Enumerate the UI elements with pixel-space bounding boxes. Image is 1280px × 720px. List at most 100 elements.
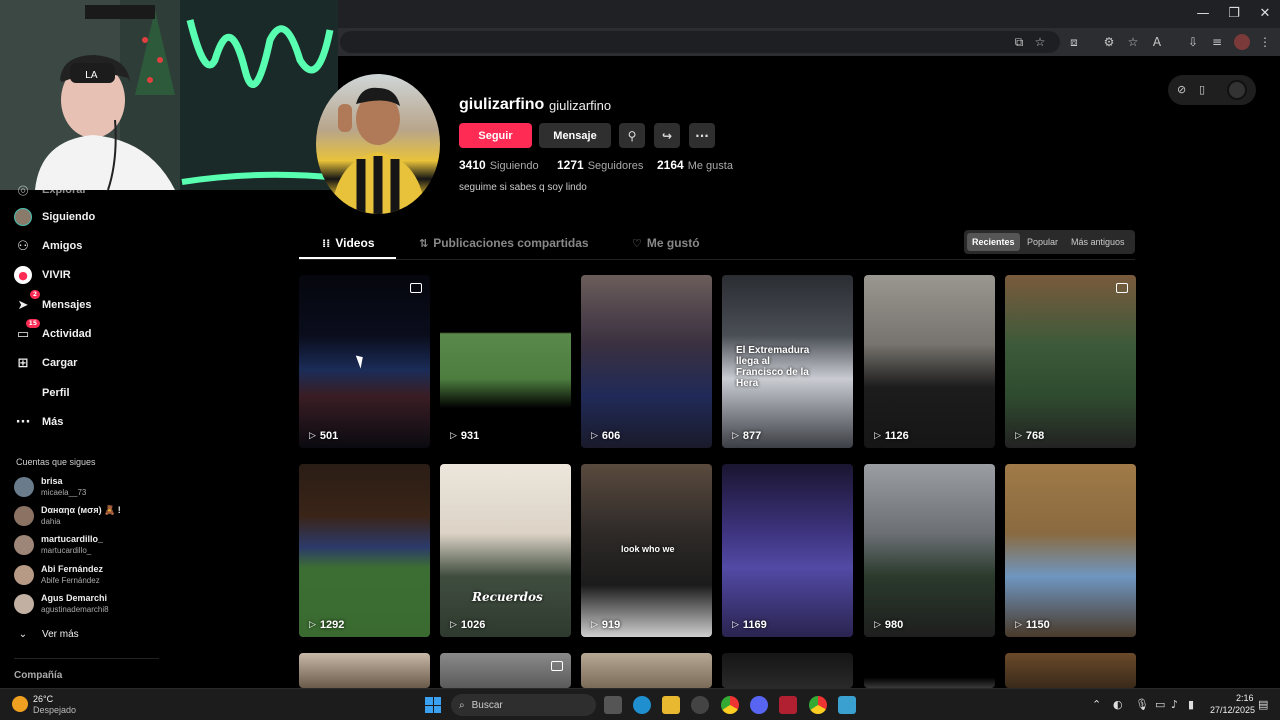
favorites-icon[interactable]: ☆ [1125,34,1141,50]
extensions-icon[interactable]: ⧈ [1066,34,1082,50]
video-card[interactable]: ▷ 931 [440,275,571,448]
sidebar-item-siguiendo[interactable]: Siguiendo [14,206,95,228]
bookmark-star-icon[interactable]: ☆ [1032,34,1048,50]
app-icon[interactable] [838,696,856,714]
chrome-icon[interactable] [809,696,827,714]
clock-date[interactable]: 27/12/2025 [1210,705,1255,715]
avatar[interactable] [14,477,34,497]
video-card[interactable]: ▷ 768 [1005,275,1136,448]
view-count-value: 1126 [884,430,909,442]
file-explorer-icon[interactable] [662,696,680,714]
reading-list-icon[interactable]: ≡ [1209,34,1225,50]
tab-reposts[interactable]: ⇅ Publicaciones compartidas [419,236,589,250]
video-card[interactable]: Recuerdos ▷ 1026 [440,464,571,637]
view-count-value: 606 [601,430,621,442]
header-actions: ⊘ ▯ [1168,75,1256,105]
view-count: ▷ 980 [874,619,903,631]
maximize-icon[interactable]: ❐ [1219,0,1249,28]
translate-icon[interactable]: A [1149,34,1165,50]
avatar[interactable] [14,594,34,614]
stat-followers[interactable]: 1271 Seguidores [557,158,643,172]
edge-icon[interactable] [633,696,651,714]
tray-chevron-icon[interactable]: ⌃ [1092,698,1101,711]
share-button[interactable]: ↪ [654,123,680,148]
weather-icon[interactable] [12,696,28,712]
video-card[interactable]: look who we ▷ 919 [581,464,712,637]
video-card[interactable]: ▷ 606 [581,275,712,448]
device-icon[interactable]: ▯ [1199,83,1205,96]
chrome-icon[interactable] [721,696,739,714]
following-handle: martucardillo_ [41,546,92,555]
avatar[interactable] [14,535,34,555]
message-button[interactable]: Mensaje [539,123,611,148]
video-card[interactable] [722,653,853,688]
video-caption: El Extremadura llega al Francisco de la … [736,345,810,389]
sidebar-item-mas[interactable]: ··· Más [14,411,64,433]
volume-icon[interactable]: ♪ [1171,698,1178,711]
follow-button[interactable]: Seguir [459,123,532,148]
sort-recent[interactable]: Recientes [967,233,1020,251]
following-name[interactable]: Dαнαηα (мσя) 🧸 ! [41,505,121,516]
sidebar-item-explorar[interactable]: ◎ Explorar [14,179,86,201]
stat-following[interactable]: 3410 Siguiendo [459,158,539,172]
windows-start-icon[interactable] [425,697,441,713]
sidebar-item-perfil[interactable]: Perfil [14,382,70,404]
following-name[interactable]: Agus Demarchi [41,593,107,603]
sidebar-item-actividad[interactable]: ▭ 15 Actividad [14,319,92,345]
sidebar-item-amigos[interactable]: ⚇ Amigos [14,235,82,257]
extension-icon[interactable]: ⚙ [1101,34,1117,50]
following-name[interactable]: brisa [41,476,63,486]
tab-videos[interactable]: ⁞⁞ Videos [322,236,375,250]
video-card[interactable] [1005,653,1136,688]
view-count-value: 501 [319,430,339,442]
close-icon[interactable]: ✕ [1250,0,1280,28]
downloads-icon[interactable]: ⇩ [1185,34,1201,50]
video-card[interactable]: ▷ 1150 [1005,464,1136,637]
microphone-icon[interactable]: 🎙︎ [1135,698,1149,711]
following-name[interactable]: Abi Fernández [41,564,103,574]
avatar[interactable] [14,565,34,585]
browser-menu-icon[interactable]: ⋮ [1257,34,1273,50]
sidebar-item-cargar[interactable]: ⊞ Cargar [14,352,78,374]
company-link[interactable]: Compañía [14,670,62,681]
app-icon[interactable] [691,696,709,714]
play-icon: ▷ [591,431,598,441]
see-more-label: Ver más [42,628,79,640]
more-options-button[interactable]: ··· [689,123,715,148]
app-icon[interactable] [779,696,797,714]
following-name[interactable]: martucardillo_ [41,534,103,544]
video-card[interactable]: ▷ 1169 [722,464,853,637]
tray-app-icon[interactable]: ◐ [1113,698,1123,711]
sort-popular[interactable]: Popular [1022,233,1063,251]
browser-profile-avatar[interactable] [1234,34,1250,50]
url-field[interactable] [340,31,1060,53]
add-friend-button[interactable]: ⚲ [619,123,645,148]
tab-liked[interactable]: ♡ Me gustó [632,236,700,250]
coins-icon[interactable]: ⊘ [1177,83,1186,96]
avatar[interactable] [14,506,34,526]
video-card[interactable]: ▷ 980 [864,464,995,637]
sidebar-item-vivir[interactable]: ● VIVIR [14,264,71,286]
install-app-icon[interactable]: ⧉ [1011,34,1027,50]
video-card[interactable] [299,653,430,688]
discord-icon[interactable] [750,696,768,714]
video-card[interactable] [864,653,995,688]
battery-icon[interactable]: ▮ [1188,698,1194,711]
network-icon[interactable]: ▭ [1155,698,1165,711]
minimize-icon[interactable]: — [1188,0,1218,28]
task-view-icon[interactable] [604,696,622,714]
play-icon: ▷ [874,431,881,441]
user-avatar[interactable] [1227,80,1247,100]
video-card[interactable]: El Extremadura llega al Francisco de la … [722,275,853,448]
sidebar-item-mensajes[interactable]: ➤ 2 Mensajes [14,290,92,316]
weather-temp[interactable]: 26°C [33,694,53,704]
video-card[interactable] [581,653,712,688]
sort-oldest[interactable]: Más antiguos [1066,233,1130,251]
video-card[interactable] [440,653,571,688]
taskbar-search[interactable]: ⌕ Buscar [451,694,596,716]
clock-time[interactable]: 2:16 [1236,693,1254,703]
video-card[interactable]: ▷ 1126 [864,275,995,448]
see-more-link[interactable]: ⌄ Ver más [14,623,79,645]
video-card[interactable]: ▷ 1292 [299,464,430,637]
notification-icon[interactable]: ▤ [1258,698,1268,711]
